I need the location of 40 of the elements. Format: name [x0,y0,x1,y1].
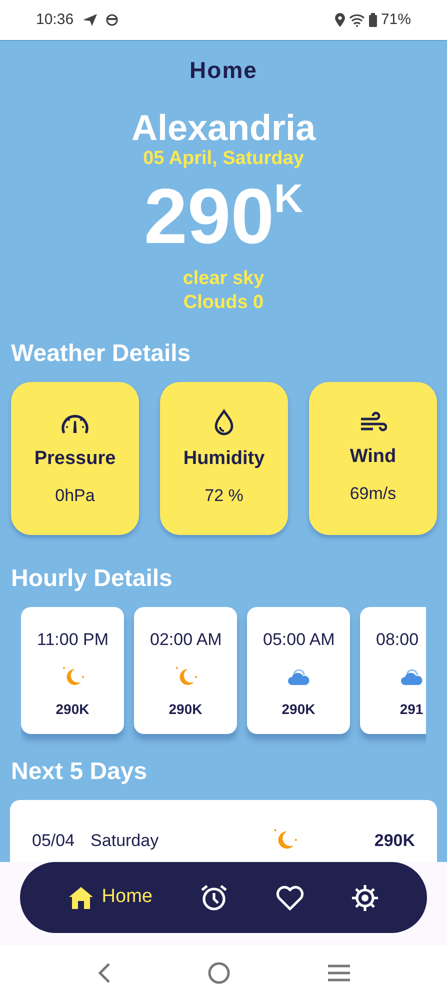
wifi-icon [348,14,365,26]
detail-label: Wind [350,444,396,469]
send-icon [82,13,98,27]
heart-icon [276,884,304,910]
day-temperature: 290K [374,830,415,852]
section-heading: Hourly Details [10,564,174,594]
menu-icon[interactable] [328,964,350,982]
section-heading: Next 5 Days [10,757,148,788]
alarm-clock-icon [200,884,228,912]
hour-temperature: 290K [282,700,316,719]
detail-value: 69m/s [350,483,396,506]
home-circle-icon[interactable] [208,962,230,984]
location-icon [334,13,345,27]
detail-label: Humidity [183,446,265,471]
clouds-text: Clouds 0 [182,290,265,314]
detail-value: 0hPa [55,485,95,508]
screen-title: Home [188,56,258,85]
hour-time: 02:00 AM [149,629,222,652]
day-date: 05/04 [32,830,75,852]
detail-value: 72 % [204,485,244,508]
hour-temperature: 290K [168,700,202,719]
day-name: Saturday [90,830,159,852]
weather-description: clear sky [182,266,266,291]
hour-time: 11:00 PM [36,629,109,652]
date-text: 05 April, Saturday [142,147,305,171]
clock-time: 10:36 [36,10,74,30]
hour-temperature: 290K [56,700,90,719]
home-icon [68,886,94,910]
back-icon[interactable] [96,962,111,984]
battery-percentage: 71% [380,10,411,30]
detail-label: Pressure [34,446,116,471]
battery-icon [368,13,377,27]
home-tab[interactable]: Home [64,879,156,916]
hour-time: 05:00 AM [262,629,335,652]
water-drop-icon [213,408,235,437]
section-heading: Weather Details [10,339,192,370]
hour-temperature: 291 [400,700,424,719]
city-name: Alexandria [130,108,317,148]
settings-icon [351,884,380,912]
hour-time: 08:00 [375,629,419,652]
